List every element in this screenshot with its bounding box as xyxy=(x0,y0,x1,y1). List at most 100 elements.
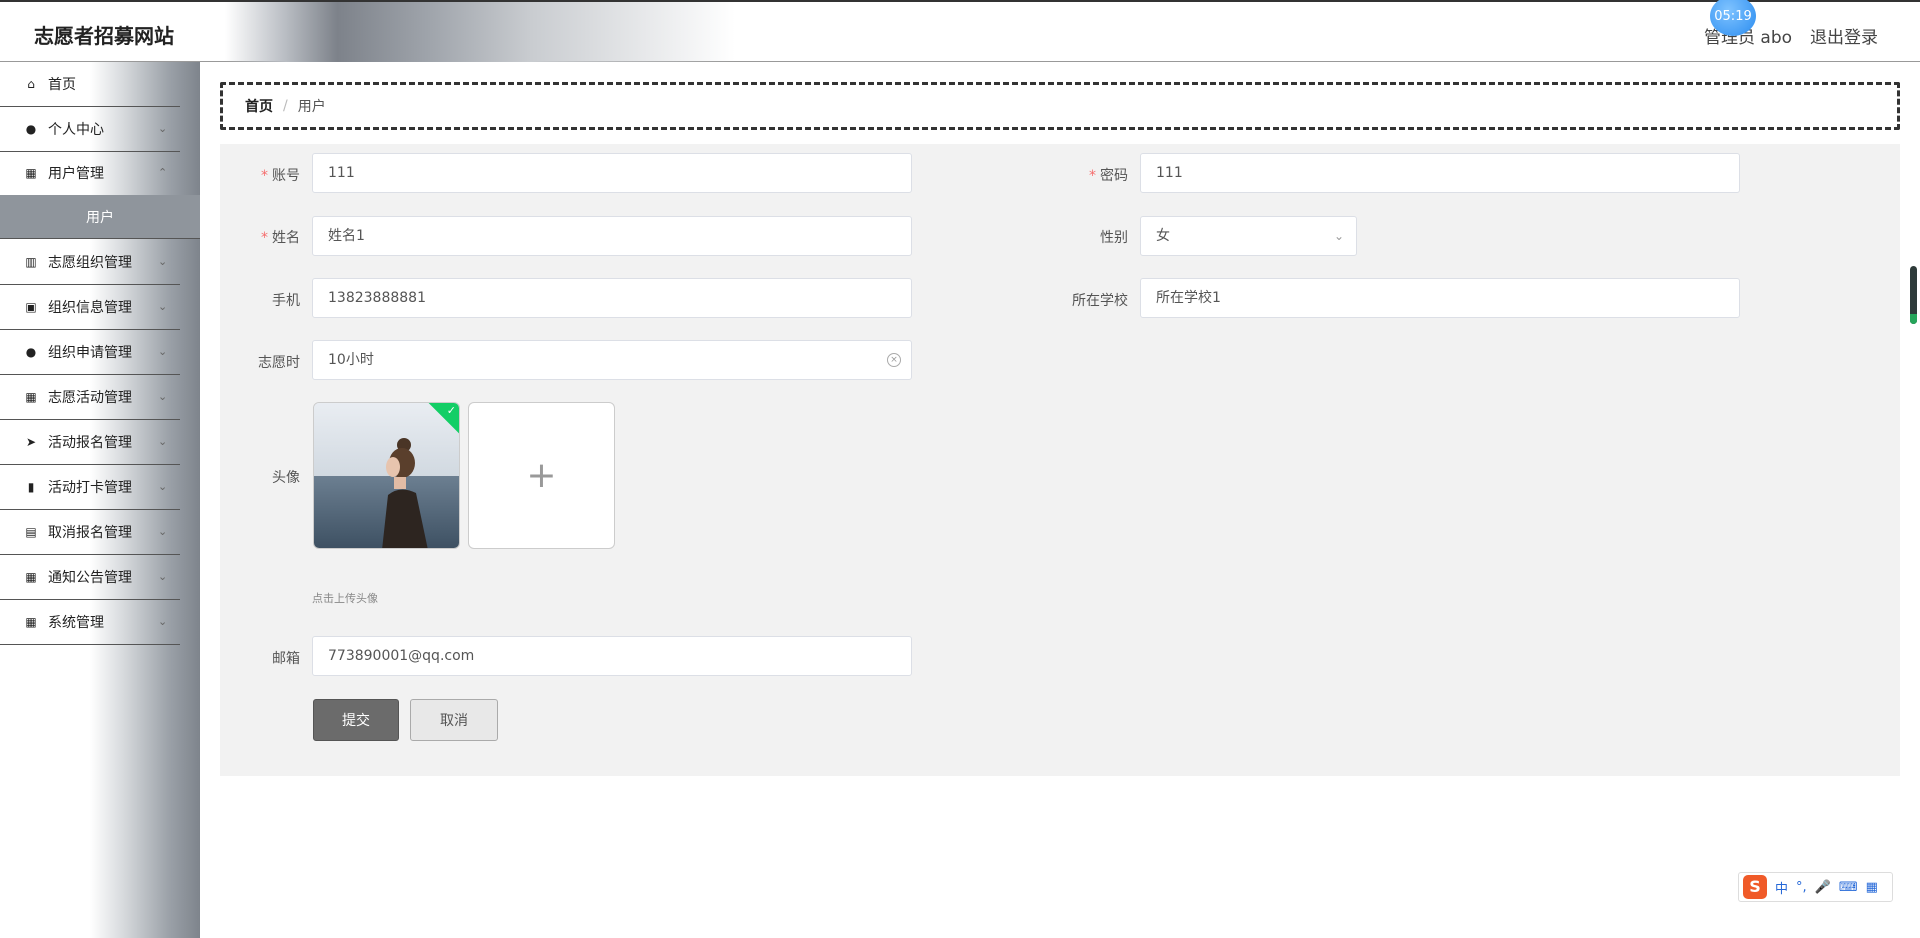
chevron-down-icon: ⌄ xyxy=(158,122,168,135)
check-icon: ✓ xyxy=(446,404,456,417)
password-label-text: 密码 xyxy=(1100,168,1128,184)
password-label: * 密码 xyxy=(1008,165,1128,185)
line-chart-icon: ▤ xyxy=(25,525,37,539)
chevron-down-icon: ⌄ xyxy=(158,570,168,583)
sidebar-item-notice-management[interactable]: ▦ 通知公告管理 ⌄ xyxy=(0,555,180,600)
chevron-up-icon: ⌃ xyxy=(158,166,168,179)
bar-chart-icon: ▮ xyxy=(27,480,35,494)
sidebar-item-org-info[interactable]: ▣ 组织信息管理 ⌄ xyxy=(0,285,180,330)
page-scrollbar[interactable] xyxy=(1910,266,1917,324)
grid-icon: ▦ xyxy=(25,390,37,404)
phone-label: 手机 xyxy=(272,293,300,309)
sidebar-item-cancel-signup[interactable]: ▤ 取消报名管理 ⌄ xyxy=(0,510,180,555)
avatar-upload-button[interactable]: + xyxy=(468,402,615,549)
ime-punct[interactable]: °, xyxy=(1796,880,1807,895)
avatar-label: 头像 xyxy=(272,470,300,486)
chevron-down-icon: ⌄ xyxy=(158,255,168,268)
gender-value: 女 xyxy=(1156,228,1170,244)
school-input[interactable]: 所在学校1 xyxy=(1140,278,1740,318)
sidebar-item-label: 活动打卡管理 xyxy=(48,480,132,496)
user-icon: ● xyxy=(25,345,37,359)
breadcrumb: 首页 / 用户 xyxy=(220,82,1900,130)
sidebar-item-label: 志愿活动管理 xyxy=(48,390,132,406)
gender-label: 性别 xyxy=(1100,230,1128,246)
breadcrumb-current: 用户 xyxy=(297,99,326,115)
hours-value: 10小时 xyxy=(328,352,374,368)
sidebar-item-user-management[interactable]: ▦ 用户管理 ⌃ xyxy=(0,151,180,196)
sidebar-item-personal-center[interactable]: ● 个人中心 ⌄ xyxy=(0,107,180,152)
sidebar-item-signup-management[interactable]: ➤ 活动报名管理 ⌄ xyxy=(0,420,180,465)
send-icon: ➤ xyxy=(25,435,37,449)
microphone-icon[interactable]: 🎤 xyxy=(1815,880,1831,895)
school-label: 所在学校 xyxy=(1072,293,1128,309)
chevron-down-icon: ⌄ xyxy=(158,300,168,313)
logout-link[interactable]: 退出登录 xyxy=(1810,23,1878,48)
top-header: 志愿者招募网站 管理员 abo 05:19 退出登录 xyxy=(0,0,1920,62)
submit-button[interactable]: 提交 xyxy=(313,699,399,741)
sidebar-item-label: 通知公告管理 xyxy=(48,570,132,586)
sidebar-item-label: 系统管理 xyxy=(48,615,104,631)
name-label-text: 姓名 xyxy=(272,230,300,246)
hours-label: 志愿时 xyxy=(258,355,300,371)
chevron-down-icon: ⌄ xyxy=(158,435,168,448)
breadcrumb-separator: / xyxy=(283,98,288,114)
sogou-logo-icon: S xyxy=(1743,875,1767,899)
sidebar-item-org-management[interactable]: ▥ 志愿组织管理 ⌄ xyxy=(0,240,180,285)
sidebar-item-label: 组织信息管理 xyxy=(48,300,132,316)
library-icon: ▥ xyxy=(25,255,37,269)
chevron-down-icon: ⌄ xyxy=(158,345,168,358)
name-input[interactable]: 姓名1 xyxy=(312,216,912,256)
grid-icon: ▦ xyxy=(25,570,37,584)
password-input[interactable]: 111 xyxy=(1140,153,1740,193)
site-title: 志愿者招募网站 xyxy=(34,24,174,48)
chevron-down-icon: ⌄ xyxy=(1333,229,1344,243)
sidebar-item-label: 志愿组织管理 xyxy=(48,255,132,271)
chevron-down-icon: ⌄ xyxy=(158,480,168,493)
phone-input[interactable]: 13823888881 xyxy=(312,278,912,318)
header-gradient xyxy=(225,2,735,62)
sidebar-item-label: 用户管理 xyxy=(48,166,104,182)
name-label: * 姓名 xyxy=(180,227,300,247)
sidebar-item-home[interactable]: ⌂ 首页 xyxy=(0,62,180,107)
breadcrumb-home[interactable]: 首页 xyxy=(245,96,273,116)
sidebar-subitem-user[interactable]: 用户 xyxy=(0,195,200,239)
sidebar-item-activity-management[interactable]: ▦ 志愿活动管理 ⌄ xyxy=(0,375,180,420)
sidebar-item-org-application[interactable]: ● 组织申请管理 ⌄ xyxy=(0,330,180,375)
sidebar-item-checkin-management[interactable]: ▮ 活动打卡管理 ⌄ xyxy=(0,465,180,510)
email-input[interactable]: 773890001@qq.com xyxy=(312,636,912,676)
sidebar-item-label: 活动报名管理 xyxy=(48,435,132,451)
grid-icon: ▦ xyxy=(25,166,37,180)
avatar-upload-tip: 点击上传头像 xyxy=(312,592,378,605)
ime-toolbar[interactable]: S 中 °, 🎤 ⌨ ▦ xyxy=(1738,872,1893,902)
clear-icon[interactable]: × xyxy=(887,353,901,367)
user-icon: ● xyxy=(25,122,37,136)
required-mark: * xyxy=(261,230,268,246)
sidebar-item-system-management[interactable]: ▦ 系统管理 ⌄ xyxy=(0,600,180,645)
account-input[interactable]: 111 xyxy=(312,153,912,193)
avatar-person-image xyxy=(382,438,428,548)
chevron-down-icon: ⌄ xyxy=(158,525,168,538)
gender-select[interactable]: 女 ⌄ xyxy=(1140,216,1357,256)
email-label: 邮箱 xyxy=(272,651,300,667)
hours-input[interactable]: 10小时 × xyxy=(312,340,912,380)
account-label-text: 账号 xyxy=(272,168,300,184)
grid-icon: ▦ xyxy=(25,615,37,629)
required-mark: * xyxy=(1089,168,1096,184)
sidebar: ⌂ 首页 ● 个人中心 ⌄ ▦ 用户管理 ⌃ 用户 ▥ 志愿组织管理 ⌄ ▣ 组… xyxy=(0,62,200,938)
chevron-down-icon: ⌄ xyxy=(158,615,168,628)
grid-icon[interactable]: ▦ xyxy=(1866,880,1878,895)
sidebar-item-label: 首页 xyxy=(48,77,76,93)
sidebar-item-label: 取消报名管理 xyxy=(48,525,132,541)
required-mark: * xyxy=(261,168,268,184)
scrollbar-end xyxy=(1910,314,1917,324)
plus-icon: + xyxy=(526,455,557,496)
cancel-button[interactable]: 取消 xyxy=(410,699,498,741)
sidebar-item-label: 组织申请管理 xyxy=(48,345,132,361)
clipboard-icon: ▣ xyxy=(25,300,37,314)
sidebar-item-label: 个人中心 xyxy=(48,122,104,138)
chevron-down-icon: ⌄ xyxy=(158,390,168,403)
avatar-thumbnail[interactable]: ✓ xyxy=(313,402,460,549)
account-label: * 账号 xyxy=(180,165,300,185)
keyboard-icon[interactable]: ⌨ xyxy=(1839,880,1858,895)
ime-lang[interactable]: 中 xyxy=(1775,878,1788,897)
